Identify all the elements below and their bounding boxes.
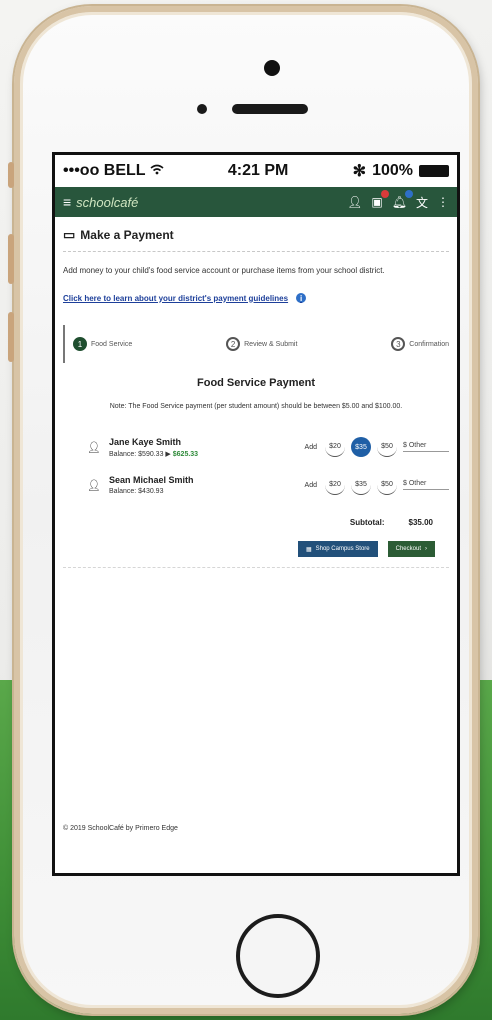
- balance-label: Balance: $430.93: [108, 488, 164, 495]
- brand-logo[interactable]: schoolcafé: [76, 195, 138, 210]
- payment-guidelines-link-text[interactable]: Click here to learn about your district'…: [63, 294, 288, 303]
- subtotal-row: Subtotal: $35.00: [63, 518, 449, 527]
- amount-option[interactable]: $50: [377, 437, 397, 457]
- footer-copyright: © 2019 SchoolCafé by Primero Edge: [63, 825, 178, 832]
- credit-card-icon: ▭: [63, 227, 76, 242]
- balance-label: Balance: $590.33: [108, 450, 164, 458]
- add-label: Add: [304, 443, 317, 451]
- language-icon[interactable]: 文: [416, 194, 428, 211]
- payment-guidelines-link[interactable]: Click here to learn about your district'…: [63, 293, 449, 303]
- person-icon: 👤︎: [87, 479, 101, 492]
- chevron-right-icon: ›: [425, 546, 427, 552]
- mute-switch: [8, 162, 14, 188]
- student-row: 👤︎ Sean Michael Smith Balance: $430.93 A…: [63, 466, 449, 504]
- step-label: Review & Submit: [244, 340, 298, 348]
- info-icon[interactable]: i: [296, 293, 307, 303]
- sensor-dot: [197, 104, 207, 114]
- amount-option[interactable]: $20: [325, 475, 345, 495]
- step-number: 3: [391, 337, 406, 351]
- subtotal-value: $35.00: [408, 518, 433, 527]
- step-food-service: 1 Food Service: [73, 337, 132, 351]
- student-balance: Balance: $430.93: [109, 488, 194, 495]
- person-icon: 👤︎: [87, 441, 101, 454]
- amount-option[interactable]: $35: [351, 437, 371, 457]
- intro-text: Add money to your child's food service a…: [63, 266, 385, 275]
- front-camera: [264, 60, 280, 76]
- cart-badge: [380, 190, 389, 198]
- checkout-steps: 1 Food Service 2 Review & Submit 3 Confi…: [63, 325, 449, 363]
- page-title-row: ▭ Make a Payment: [63, 223, 449, 252]
- payment-section-title: Food Service Payment: [197, 377, 315, 389]
- hamburger-icon[interactable]: ≡: [63, 194, 71, 210]
- step-label: Confirmation: [409, 340, 449, 348]
- bell-icon[interactable]: 🔔︎: [392, 190, 413, 209]
- step-review-submit: 2 Review & Submit: [226, 337, 297, 351]
- amount-option[interactable]: $35: [351, 475, 371, 495]
- main-content: ▭ Make a Payment Add money to your child…: [55, 217, 457, 574]
- wifi-icon: [150, 162, 164, 180]
- shop-campus-store-label: Shop Campus Store: [315, 546, 370, 552]
- status-time: 4:21 PM: [227, 162, 289, 179]
- step-confirmation: 3 Confirmation: [391, 337, 449, 351]
- step-number: 1: [73, 337, 87, 351]
- status-bar: •••oo BELL 4:21 PM ✻ 100%: [55, 155, 457, 187]
- other-amount-input[interactable]: $ Other: [403, 480, 449, 490]
- other-amount-input[interactable]: $ Other: [403, 442, 449, 452]
- divider: [63, 567, 449, 568]
- checkout-label: Checkout: [395, 546, 421, 552]
- checkout-button[interactable]: Checkout ›: [387, 541, 435, 557]
- student-list: 👤︎ Jane Kaye Smith Balance: $590.33 ▶ $6…: [63, 428, 449, 504]
- earpiece-speaker: [232, 104, 308, 114]
- student-row: 👤︎ Jane Kaye Smith Balance: $590.33 ▶ $6…: [63, 428, 449, 466]
- cart-icon[interactable]: ▣: [371, 190, 389, 209]
- home-button[interactable]: [236, 914, 320, 998]
- step-number: 2: [226, 337, 241, 351]
- amount-options: Add $20 $35 $50 $ Other: [305, 475, 449, 495]
- user-icon[interactable]: 👤︎: [347, 195, 362, 209]
- notification-badge: [404, 190, 413, 198]
- battery-icon: [419, 165, 449, 177]
- store-icon: ▦: [305, 546, 312, 553]
- app-bar: ≡ schoolcafé 👤︎ ▣ 🔔︎ 文 ⋮: [55, 187, 457, 217]
- amount-option[interactable]: $20: [325, 437, 345, 457]
- shop-campus-store-button[interactable]: ▦ Shop Campus Store: [297, 541, 378, 557]
- phone-screen: •••oo BELL 4:21 PM ✻ 100% ≡ schoolcafé 👤…: [52, 152, 460, 876]
- payment-note: Note: The Food Service payment (per stud…: [109, 403, 403, 410]
- amount-options: Add $20 $35 $50 $ Other: [305, 437, 449, 457]
- amount-option[interactable]: $50: [377, 475, 397, 495]
- student-name: Sean Michael Smith: [108, 475, 194, 485]
- student-name: Jane Kaye Smith: [108, 436, 181, 447]
- balance-arrow-icon: ▶: [165, 450, 171, 458]
- subtotal-label: Subtotal:: [349, 518, 385, 527]
- more-icon[interactable]: ⋮: [437, 195, 449, 209]
- new-balance: $625.33: [172, 450, 199, 458]
- carrier-label: •••oo BELL: [63, 162, 146, 179]
- add-label: Add: [304, 481, 317, 489]
- action-buttons: ▦ Shop Campus Store Checkout ›: [63, 541, 449, 557]
- volume-down-button: [8, 312, 14, 362]
- battery-percent: 100%: [372, 162, 413, 179]
- bluetooth-icon: ✻: [352, 163, 367, 180]
- page-title: Make a Payment: [80, 228, 174, 242]
- step-label: Food Service: [91, 340, 133, 348]
- volume-up-button: [8, 234, 14, 284]
- student-balance: Balance: $590.33 ▶ $625.33: [109, 450, 198, 458]
